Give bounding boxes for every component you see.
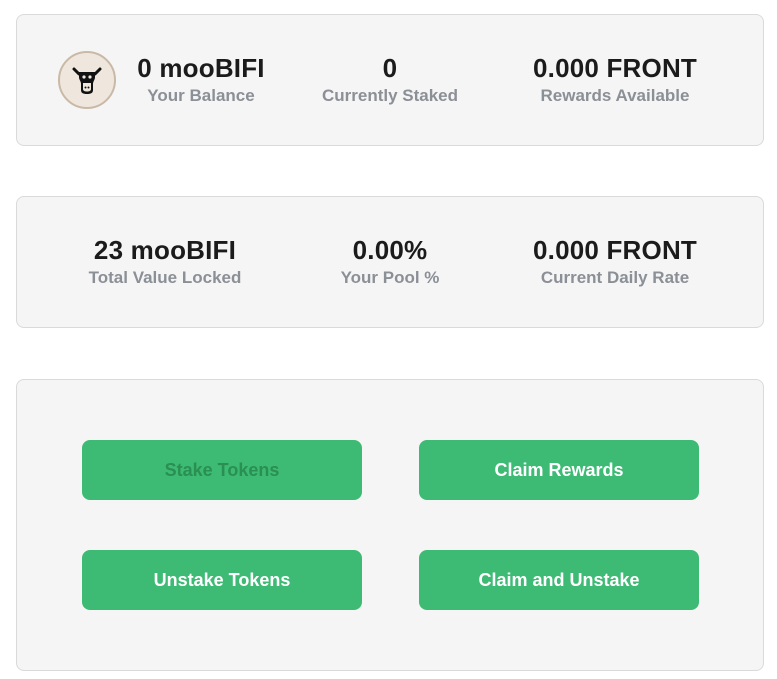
total-value-locked-stat: 23 mooBIFI Total Value Locked xyxy=(89,234,242,290)
currently-staked-stat: 0 Currently Staked xyxy=(322,52,458,108)
claim-rewards-button[interactable]: Claim Rewards xyxy=(419,440,699,500)
your-balance-stat: 0 mooBIFI Your Balance xyxy=(137,52,264,108)
your-balance-value: 0 mooBIFI xyxy=(137,53,265,83)
pool-percent-stat: 0.00% Your Pool % xyxy=(341,234,440,290)
pool-percent-value: 0.00% xyxy=(352,235,428,265)
currently-staked-label: Currently Staked xyxy=(321,86,459,105)
daily-rate-stat: 0.000 FRONT Current Daily Rate xyxy=(533,234,697,290)
daily-rate-label: Current Daily Rate xyxy=(540,268,690,287)
pool-percent-label: Your Pool % xyxy=(340,268,440,287)
rewards-available-stat: 0.000 FRONT Rewards Available xyxy=(533,52,697,108)
balance-card: 0 mooBIFI Your Balance 0 Currently Stake… xyxy=(16,14,764,146)
actions-card: Stake Tokens Claim Rewards Unstake Token… xyxy=(16,379,764,671)
total-value-locked-value: 23 mooBIFI xyxy=(93,235,237,265)
currently-staked-value: 0 xyxy=(382,53,398,83)
claim-and-unstake-button[interactable]: Claim and Unstake xyxy=(419,550,699,610)
unstake-tokens-button[interactable]: Unstake Tokens xyxy=(82,550,362,610)
rewards-available-label: Rewards Available xyxy=(540,86,690,105)
your-balance-label: Your Balance xyxy=(147,86,255,105)
stake-tokens-button[interactable]: Stake Tokens xyxy=(82,440,362,500)
rewards-available-value: 0.000 FRONT xyxy=(532,53,698,83)
total-value-locked-label: Total Value Locked xyxy=(88,268,242,287)
daily-rate-value: 0.000 FRONT xyxy=(532,235,698,265)
pool-stats-card: 23 mooBIFI Total Value Locked 0.00% Your… xyxy=(16,196,764,328)
moo-cow-head-icon xyxy=(58,51,116,109)
